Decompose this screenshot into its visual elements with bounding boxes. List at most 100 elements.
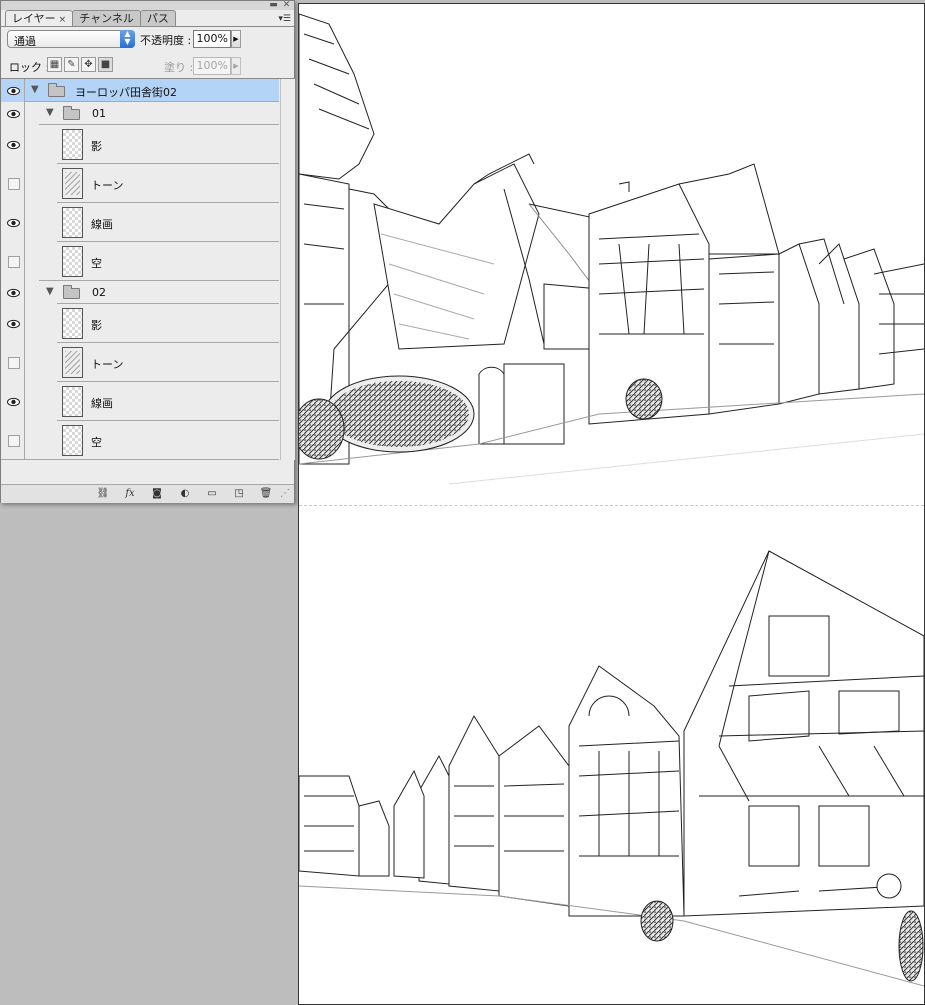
layer-row[interactable]: 線画: [1, 382, 279, 421]
trash-icon[interactable]: 🗑: [256, 487, 276, 501]
new-layer-icon[interactable]: ◳: [229, 487, 249, 501]
hidden-visibility-box: [8, 255, 20, 268]
lock-pixels-brush-icon[interactable]: ✎: [64, 57, 79, 72]
layer-row[interactable]: トーン: [1, 164, 279, 203]
layer-row-group-root[interactable]: ▼ ヨーロッパ田舎街02: [1, 79, 279, 102]
visibility-toggle[interactable]: [1, 242, 25, 281]
visibility-toggle[interactable]: [1, 203, 25, 242]
visibility-toggle[interactable]: [1, 304, 25, 343]
layer-name: トーン: [91, 179, 124, 192]
lock-row: ロック : ▦ ✎ ✥ ■ 塗り : 100% ▶: [1, 55, 294, 77]
line-art-illustration-top: [299, 13, 924, 485]
eye-icon: [7, 86, 20, 95]
blend-row: 通過 ▲ ▼ 不透明度 : 100% ▶: [1, 28, 294, 52]
line-art-illustration-bottom: [299, 550, 924, 987]
tab-layers-label: レイヤー: [12, 12, 56, 25]
blend-mode-value: 通過: [14, 35, 36, 48]
mask-icon[interactable]: ◙: [147, 487, 167, 501]
layer-thumbnail: [62, 246, 83, 277]
visibility-toggle[interactable]: [1, 164, 25, 203]
layers-panel: ▬ ✕ レイヤー × チャンネル パス ▾☰ 通過 ▲ ▼ 不透明度 : 100% …: [0, 0, 295, 503]
layer-list-scrollbar[interactable]: [280, 79, 295, 460]
visibility-toggle[interactable]: [1, 102, 25, 125]
layer-thumbnail: [62, 425, 83, 456]
visibility-toggle[interactable]: [1, 281, 25, 304]
link-icon[interactable]: ⛓: [93, 487, 113, 501]
eye-icon: [7, 319, 20, 328]
visibility-toggle[interactable]: [1, 343, 25, 382]
layer-name: 線画: [91, 397, 113, 410]
fill-input[interactable]: 100%: [193, 57, 231, 75]
resize-grip-icon[interactable]: ⋰: [279, 487, 291, 501]
folder-icon: [63, 106, 80, 120]
fx-icon[interactable]: fx: [120, 487, 140, 501]
chevron-updown-icon[interactable]: ▲ ▼: [120, 30, 135, 48]
layer-row[interactable]: 空: [1, 421, 279, 460]
hidden-visibility-box: [8, 177, 20, 190]
layer-name: 空: [91, 436, 102, 449]
row-separator: [1, 459, 279, 460]
disclosure-triangle-icon[interactable]: ▼: [31, 84, 39, 95]
layer-name: 影: [91, 140, 102, 153]
new-group-icon[interactable]: ▭: [202, 487, 222, 501]
close-icon[interactable]: ✕: [282, 1, 291, 10]
minimize-icon[interactable]: ▬: [269, 1, 278, 10]
layer-thumbnail: [62, 168, 83, 199]
layer-thumbnail: [62, 347, 83, 378]
layer-name: ヨーロッパ田舎街02: [75, 86, 177, 99]
lock-position-move-icon[interactable]: ✥: [81, 57, 96, 72]
tab-channels[interactable]: チャンネル: [72, 10, 141, 26]
eye-icon: [7, 140, 20, 149]
layer-row[interactable]: 影: [1, 304, 279, 343]
layer-name: 02: [92, 286, 106, 299]
disclosure-triangle-icon[interactable]: ▼: [46, 107, 54, 118]
tab-paths-label: パス: [146, 12, 169, 25]
visibility-toggle[interactable]: [1, 382, 25, 421]
panel-menu-icon[interactable]: ▾☰: [278, 14, 291, 24]
folder-icon: [63, 285, 80, 299]
adjustment-icon[interactable]: ◐: [175, 487, 195, 501]
panel-tabs: レイヤー × チャンネル パス: [5, 10, 176, 27]
layer-thumbnail: [62, 386, 83, 417]
layer-row-group[interactable]: ▼ 02: [1, 281, 279, 304]
lock-all-padlock-icon[interactable]: ■: [98, 57, 113, 72]
layer-name: 影: [91, 319, 102, 332]
layer-row[interactable]: トーン: [1, 343, 279, 382]
blend-mode-select[interactable]: 通過 ▲ ▼: [7, 30, 135, 48]
tab-paths[interactable]: パス: [139, 10, 176, 26]
fill-label: 塗り :: [164, 61, 194, 74]
eye-icon: [7, 218, 20, 227]
fill-slider-arrow-icon[interactable]: ▶: [231, 57, 241, 75]
eye-icon: [7, 109, 20, 118]
lock-label: ロック :: [9, 61, 50, 74]
lock-transparency-icon[interactable]: ▦: [47, 57, 62, 72]
layer-row-group[interactable]: ▼ 01: [1, 102, 279, 125]
layer-name: 01: [92, 107, 106, 120]
layer-list: ▼ ヨーロッパ田舎街02 ▼ 01 影 トーン 線画 空 ▼ 02 影 トーン …: [1, 78, 294, 462]
layer-thumbnail: [62, 308, 83, 339]
layer-row[interactable]: 線画: [1, 203, 279, 242]
document-canvas[interactable]: [298, 3, 925, 1005]
layer-name: 空: [91, 257, 102, 270]
layer-thumbnail: [62, 129, 83, 160]
tab-close-icon[interactable]: ×: [59, 15, 67, 25]
disclosure-triangle-icon[interactable]: ▼: [46, 286, 54, 297]
layer-thumbnail: [62, 207, 83, 238]
eye-icon: [7, 288, 20, 297]
eye-icon: [7, 397, 20, 406]
hidden-visibility-box: [8, 434, 20, 447]
layer-row[interactable]: 空: [1, 242, 279, 281]
visibility-toggle[interactable]: [1, 421, 25, 460]
panel-bottom-toolbar: ⛓ fx ◙ ◐ ▭ ◳ 🗑 ⋰: [1, 484, 294, 503]
tab-divider: [1, 26, 294, 27]
tab-layers[interactable]: レイヤー ×: [5, 10, 74, 27]
opacity-slider-arrow-icon[interactable]: ▶: [231, 30, 241, 48]
tab-channels-label: チャンネル: [79, 12, 134, 25]
opacity-input[interactable]: 100%: [193, 30, 231, 48]
layer-row[interactable]: 影: [1, 125, 279, 164]
hidden-visibility-box: [8, 356, 20, 369]
visibility-toggle[interactable]: [1, 125, 25, 164]
panel-title-bar[interactable]: ▬ ✕: [1, 1, 294, 10]
visibility-toggle[interactable]: [1, 79, 25, 102]
folder-icon: [48, 83, 65, 97]
